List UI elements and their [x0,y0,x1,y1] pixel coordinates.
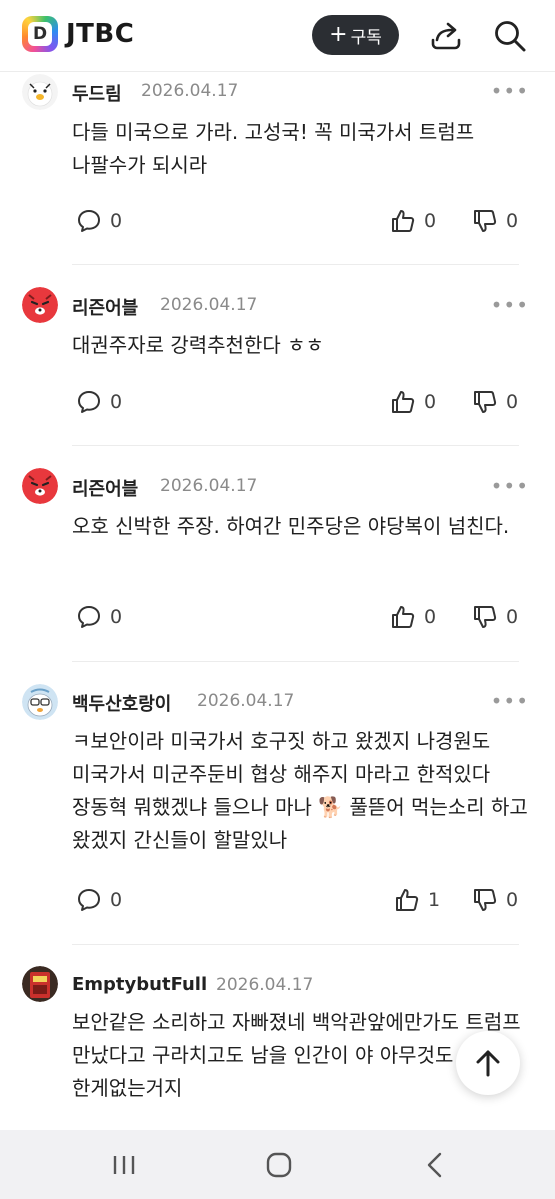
comment-actions: 0 0 0 [0,389,555,419]
comment-author[interactable]: 두드림 [72,80,122,106]
reply-button[interactable]: 0 [76,389,122,415]
reply-button[interactable]: 0 [76,208,122,234]
avatar[interactable] [22,468,58,504]
jtbc-logo[interactable]: D JTBC [22,16,134,52]
recent-apps-icon[interactable] [108,1150,140,1180]
speech-bubble-icon [78,210,100,232]
avatar[interactable] [22,287,58,323]
comment-body: ㅋ보안이라 미국가서 호구짓 하고 왔겠지 나경원도 미국가서 미군주둔비 협상… [72,729,528,852]
thumbs-up-icon [392,210,415,232]
dislike-button[interactable]: 0 [472,604,518,630]
comment-date: 2026.04.17 [141,81,239,101]
comment-divider [72,944,519,945]
comment-author[interactable]: 리즌어블 [72,475,138,501]
speech-bubble-icon [78,889,100,911]
like-button[interactable]: 0 [390,389,436,415]
reply-count: 0 [110,210,123,232]
avatar[interactable] [22,684,58,720]
thumbs-down-icon [474,889,497,911]
dislike-count: 0 [506,391,519,413]
like-count: 1 [428,889,441,911]
comment-author[interactable]: EmptybutFull [72,974,207,995]
dislike-button[interactable]: 0 [472,208,518,234]
app-header: D JTBC + 구독 [0,0,555,72]
comment-date: 2026.04.17 [197,691,295,711]
comment-divider [72,264,519,265]
comment-body: 다들 미국으로 가라. 고성국! 꼭 미국가서 트럼프 나팔수가 되시라 [72,120,475,177]
thumbs-down-icon [474,391,497,413]
comments-page: D JTBC + 구독 두드림 2026.04.17 ••• 다들 미국으로 가… [0,0,555,1199]
subscribe-button[interactable]: + 구독 [312,15,399,55]
comment-date: 2026.04.17 [160,295,258,315]
back-icon[interactable] [419,1150,451,1180]
like-button[interactable]: 0 [390,208,436,234]
thumbs-up-icon [392,606,415,628]
speech-bubble-icon [78,391,100,413]
logo-mark-letter: D [28,22,52,46]
thumbs-down-icon [474,606,497,628]
search-icon[interactable] [492,18,528,54]
speech-bubble-icon [78,606,100,628]
like-count: 0 [424,391,437,413]
dislike-button[interactable]: 0 [472,887,518,913]
logo-text: JTBC [66,19,135,49]
comment-author[interactable]: 리즌어블 [72,294,138,320]
comment-divider [72,661,519,662]
comment-actions: 0 0 0 [0,208,555,238]
subscribe-label: 구독 [350,27,382,48]
logo-mark-icon: D [22,16,58,52]
comment-actions: 0 1 0 [0,887,555,917]
system-navigation-bar [0,1130,555,1199]
scroll-to-top-button[interactable] [456,1031,520,1095]
reply-count: 0 [110,889,123,911]
comment-date: 2026.04.17 [160,476,258,496]
like-button[interactable]: 1 [394,887,440,913]
comment-body: 오호 신박한 주장. 하여간 민주당은 야당복이 넘친다. [72,514,510,538]
like-count: 0 [424,606,437,628]
comment-divider [72,445,519,446]
plus-icon: + [329,22,348,47]
home-icon[interactable] [263,1150,295,1180]
dislike-count: 0 [506,889,519,911]
reply-button[interactable]: 0 [76,887,122,913]
like-button[interactable]: 0 [390,604,436,630]
more-dots-icon[interactable]: ••• [491,476,529,496]
reply-count: 0 [110,391,123,413]
comment-body: 대권주자로 강력추천한다 ㅎㅎ [72,333,324,357]
comment-actions: 0 0 0 [0,604,555,634]
share-icon[interactable] [428,18,464,54]
reply-button[interactable]: 0 [76,604,122,630]
comment-date: 2026.04.17 [216,975,314,995]
comment-author[interactable]: 백두산호랑이 [72,690,171,716]
thumbs-down-icon [474,210,497,232]
avatar[interactable] [22,74,58,110]
dislike-count: 0 [506,606,519,628]
more-dots-icon[interactable]: ••• [491,295,529,315]
more-dots-icon[interactable]: ••• [491,691,529,711]
avatar[interactable] [22,966,58,1002]
thumbs-up-icon [392,391,415,413]
dislike-button[interactable]: 0 [472,389,518,415]
like-count: 0 [424,210,437,232]
reply-count: 0 [110,606,123,628]
arrow-up-icon [476,1050,500,1077]
more-dots-icon[interactable]: ••• [491,81,529,101]
dislike-count: 0 [506,210,519,232]
thumbs-up-icon [396,889,419,911]
